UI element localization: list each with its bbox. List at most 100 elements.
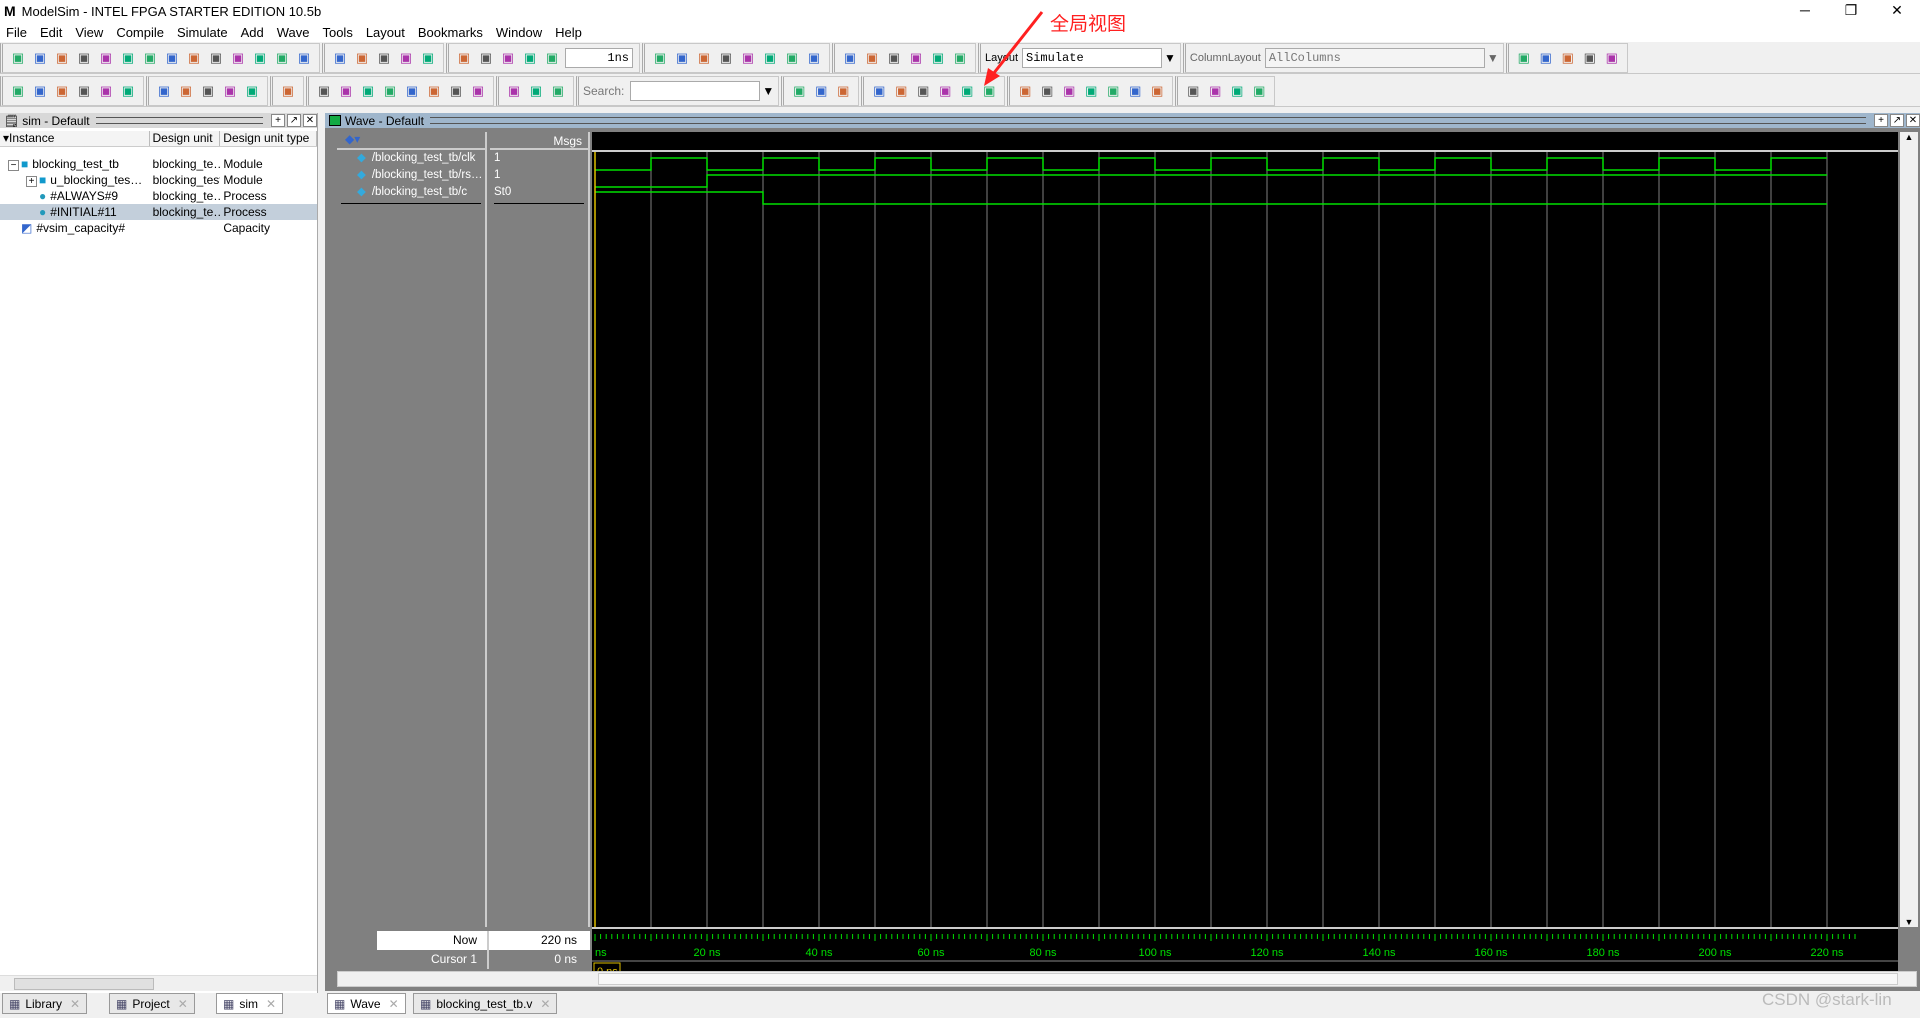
collapse-icon[interactable]: ▣: [527, 82, 545, 100]
tab-blocking_test_tb-v[interactable]: ▦ blocking_test_tb.v ✕: [413, 993, 558, 1014]
close-tab-icon[interactable]: ✕: [389, 997, 399, 1011]
zoom-out-icon[interactable]: ▣: [892, 82, 910, 100]
break-icon[interactable]: ▣: [375, 49, 393, 67]
end-sim-icon[interactable]: ▣: [419, 49, 437, 67]
search-input[interactable]: [630, 80, 761, 101]
remove-layout-icon[interactable]: ▣: [1537, 49, 1555, 67]
zoom-range-icon[interactable]: ▣: [958, 82, 976, 100]
next-cursor-icon[interactable]: ▣: [425, 82, 443, 100]
edge-yellow-icon[interactable]: ▣: [1104, 82, 1122, 100]
wave-edit-icon[interactable]: ▣: [119, 82, 137, 100]
wave-solid-icon[interactable]: ▣: [1060, 82, 1078, 100]
memory-icon[interactable]: ▣: [783, 49, 801, 67]
column-design-unit[interactable]: Design unit: [150, 131, 221, 146]
last-icon[interactable]: ▣: [469, 82, 487, 100]
instance-row[interactable]: ● #ALWAYS#9 blocking_te… Process: [0, 188, 317, 204]
add-layout-icon[interactable]: ▣: [1515, 49, 1533, 67]
step-out-icon[interactable]: ▣: [885, 49, 903, 67]
split-icon[interactable]: ▣: [243, 82, 261, 100]
redo-icon[interactable]: ▣: [207, 49, 225, 67]
wave-1-icon[interactable]: ▣: [9, 82, 27, 100]
signal-row[interactable]: ◆ /blocking_test_tb/clk: [337, 150, 485, 167]
scroll-up-icon[interactable]: ▲: [1900, 132, 1918, 142]
delete-cursor-left-icon[interactable]: ▣: [1184, 82, 1202, 100]
run-icon[interactable]: ▣: [651, 49, 669, 67]
close-pane-icon[interactable]: ✕: [303, 114, 317, 127]
close-button[interactable]: ✕: [1874, 0, 1920, 22]
forward-icon[interactable]: ▣: [521, 49, 539, 67]
instance-row[interactable]: − ■ blocking_test_tb blocking_te… Module: [0, 156, 317, 172]
run-all-icon[interactable]: ▣: [695, 49, 713, 67]
menu-tools[interactable]: Tools: [322, 25, 352, 40]
insert-divider-icon[interactable]: ▣: [549, 82, 567, 100]
step-back-icon[interactable]: ▣: [929, 49, 947, 67]
menu-layout[interactable]: Layout: [366, 25, 405, 40]
chevron-down-icon[interactable]: ▼: [762, 84, 774, 98]
undock-icon[interactable]: ↗: [287, 114, 301, 127]
first-icon[interactable]: ▣: [447, 82, 465, 100]
instance-row[interactable]: + ■ u_blocking_tes… blocking_test Module: [0, 172, 317, 188]
new-file-icon[interactable]: ▣: [9, 49, 27, 67]
dock-icon[interactable]: +: [1874, 114, 1888, 127]
instance-row[interactable]: ● #INITIAL#11 blocking_te… Process: [0, 204, 317, 220]
cursor-mode-icon[interactable]: ▣: [221, 82, 239, 100]
reload-icon[interactable]: ▣: [75, 49, 93, 67]
edge-green-icon[interactable]: ▣: [1126, 82, 1144, 100]
save-wave-icon[interactable]: ▣: [1228, 82, 1246, 100]
menu-bookmarks[interactable]: Bookmarks: [418, 25, 483, 40]
wave-vscrollbar[interactable]: ▲ ▼: [1900, 132, 1918, 927]
save-icon[interactable]: ▣: [53, 49, 71, 67]
scroll-thumb[interactable]: [598, 973, 1898, 985]
next-edge-icon[interactable]: ▣: [381, 82, 399, 100]
close-tab-icon[interactable]: ✕: [178, 997, 188, 1011]
add-wave-icon[interactable]: ▣: [455, 49, 473, 67]
search-back-icon[interactable]: ▣: [812, 82, 830, 100]
scroll-down-icon[interactable]: ▼: [1900, 917, 1918, 927]
signal-row[interactable]: ◆ /blocking_test_tb/rs…: [337, 167, 485, 184]
menu-add[interactable]: Add: [241, 25, 264, 40]
hand-icon[interactable]: ▣: [805, 49, 823, 67]
zoom-cursor-icon[interactable]: ▣: [936, 82, 954, 100]
zoom-full-icon[interactable]: ▣: [914, 82, 932, 100]
wave-pattern-icon[interactable]: ▣: [1082, 82, 1100, 100]
wave-all-icon[interactable]: ▣: [97, 82, 115, 100]
wave-hscrollbar[interactable]: [337, 971, 1917, 987]
delete-cursor-icon[interactable]: ▣: [337, 82, 355, 100]
zoom-in-icon[interactable]: ▣: [870, 82, 888, 100]
add-signal-icon[interactable]: ◆▾: [337, 132, 485, 150]
restore-button[interactable]: ❐: [1828, 0, 1874, 22]
compile-icon[interactable]: ▣: [229, 49, 247, 67]
pane-drag-handle[interactable]: [429, 117, 1866, 124]
pane-drag-handle[interactable]: [95, 117, 263, 124]
close-tab-icon[interactable]: ✕: [540, 997, 550, 1011]
signal-row[interactable]: ◆ /blocking_test_tb/c: [337, 184, 485, 201]
cursor-label[interactable]: Cursor 1: [337, 950, 487, 969]
select-mode-icon[interactable]: ▣: [155, 82, 173, 100]
edge-yellow2-icon[interactable]: ▣: [1148, 82, 1166, 100]
prev-cursor-icon[interactable]: ▣: [403, 82, 421, 100]
menu-view[interactable]: View: [75, 25, 103, 40]
back-icon[interactable]: ▣: [499, 49, 517, 67]
menu-edit[interactable]: Edit: [40, 25, 62, 40]
open-icon[interactable]: ▣: [31, 49, 49, 67]
modelsim-icon[interactable]: ▣: [295, 49, 313, 67]
step-back-out-icon[interactable]: ▣: [951, 49, 969, 67]
column-instance[interactable]: ▾Instance: [0, 131, 150, 146]
search-options-icon[interactable]: ▣: [834, 82, 852, 100]
step-over-icon[interactable]: ▣: [863, 49, 881, 67]
undock-icon[interactable]: ↗: [1890, 114, 1904, 127]
waveform-canvas[interactable]: ns 20 ns 40 ns 60 ns 80 ns 100 ns 120 ns 140 ns…: [592, 132, 1898, 987]
up-icon[interactable]: ▣: [477, 49, 495, 67]
copy-icon[interactable]: ▣: [141, 49, 159, 67]
traffic-light-icon[interactable]: ▣: [279, 82, 297, 100]
expand-icon[interactable]: ▣: [505, 82, 523, 100]
dock-icon[interactable]: +: [271, 114, 285, 127]
close-pane-icon[interactable]: ✕: [1906, 114, 1920, 127]
sim-hscrollbar[interactable]: [0, 975, 317, 991]
undo-icon[interactable]: ▣: [185, 49, 203, 67]
chevron-down-icon[interactable]: ▼: [1487, 51, 1499, 65]
insert-cursor-icon[interactable]: ▣: [315, 82, 333, 100]
clear-wave-icon[interactable]: ▣: [1250, 82, 1268, 100]
menu-window[interactable]: Window: [496, 25, 542, 40]
step-into-icon[interactable]: ▣: [841, 49, 859, 67]
